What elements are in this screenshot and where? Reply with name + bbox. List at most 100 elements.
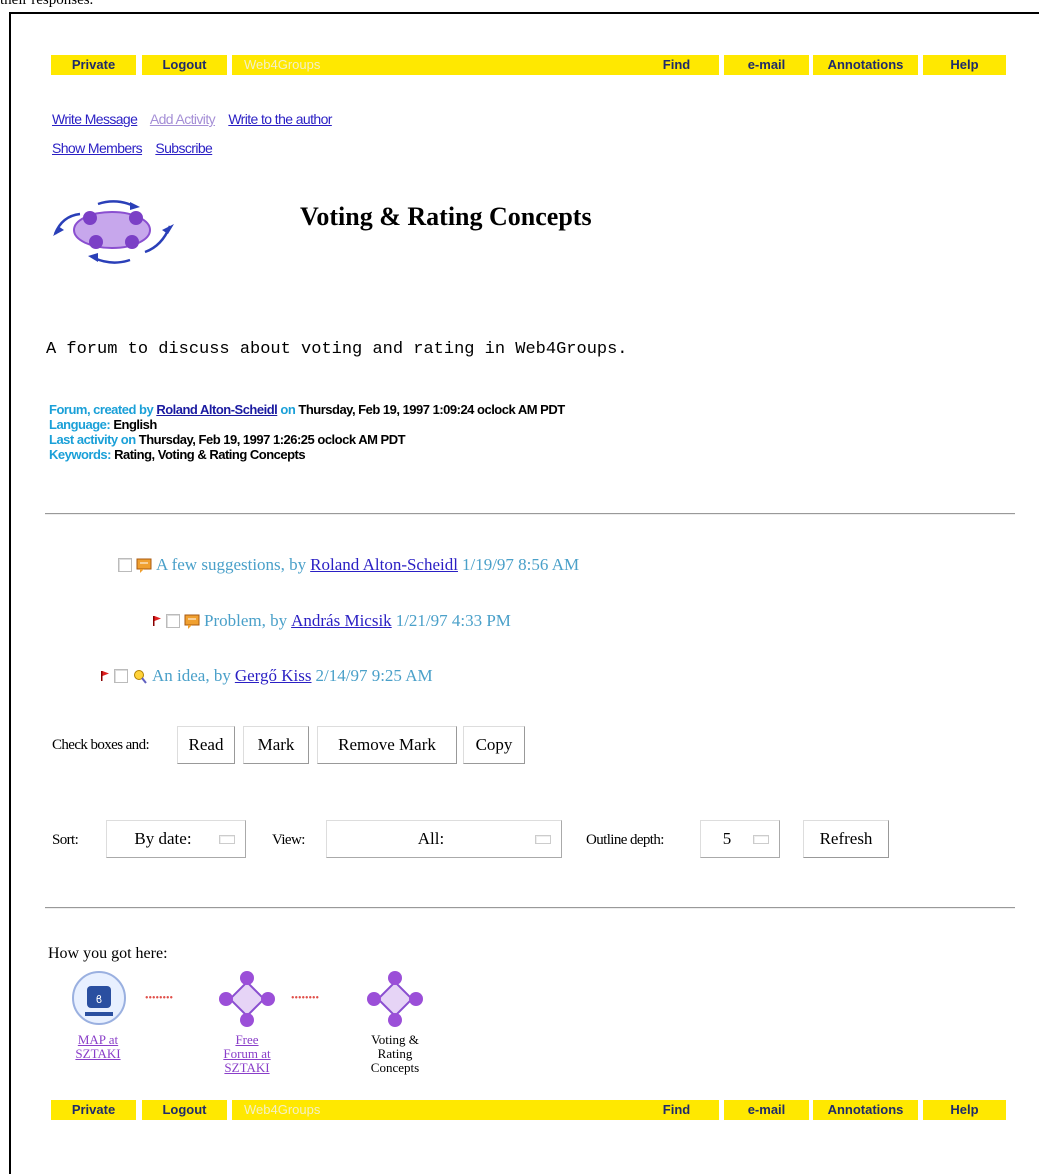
message-date: 1/21/97 4:33 PM [395, 611, 511, 630]
sort-select[interactable]: By date: [106, 820, 246, 858]
breadcrumb-line: SZTAKI [224, 1060, 270, 1075]
dropdown-arrow-icon [753, 834, 769, 844]
message-author-link[interactable]: András Micsik [291, 611, 392, 631]
forum-icon[interactable] [218, 970, 276, 1028]
language-value: English [113, 417, 157, 432]
annotations-button[interactable]: Annotations [813, 1100, 918, 1120]
action-links-row1: Write Message Add Activity Write to the … [52, 111, 342, 127]
forum-icon[interactable] [366, 970, 424, 1028]
annotations-button[interactable]: Annotations [813, 55, 918, 75]
forum-meta: Forum, created by Roland Alton-Scheidl o… [49, 402, 565, 462]
activity-label: Last activity on [49, 432, 139, 447]
top-navbar: Private Logout Web4Groups Find e-mail An… [51, 55, 1006, 75]
meta-activity-line: Last activity on Thursday, Feb 19, 1997 … [49, 432, 565, 447]
meta-language-line: Language: English [49, 417, 565, 432]
message-author-link[interactable]: Gergő Kiss [235, 666, 312, 686]
on-label: on [277, 402, 299, 417]
breadcrumb-separator: •••••••• [145, 993, 174, 1004]
map-sztaki-icon[interactable]: ϐ [71, 970, 127, 1026]
message-title[interactable]: A few suggestions, by [156, 555, 306, 575]
message-title[interactable]: An idea, by [152, 666, 231, 686]
breadcrumb-label: How you got here: [48, 945, 168, 962]
breadcrumb-line: Free [235, 1032, 259, 1047]
find-button[interactable]: Find [634, 1100, 719, 1120]
message-date: 2/14/97 9:25 AM [315, 666, 433, 685]
web4groups-button[interactable]: Web4Groups [232, 1100, 680, 1120]
outline-depth-value: 5 [722, 829, 732, 848]
page-title: Voting & Rating Concepts [300, 202, 592, 231]
view-select[interactable]: All: [326, 820, 562, 858]
breadcrumb-line: Forum at [223, 1046, 271, 1061]
logout-button[interactable]: Logout [142, 1100, 227, 1120]
mark-button[interactable]: Mark [243, 726, 309, 764]
keywords-value: Rating, Voting & Rating Concepts [114, 447, 306, 462]
speech-bubble-icon [136, 558, 152, 573]
find-button[interactable]: Find [634, 55, 719, 75]
keywords-label: Keywords: [49, 447, 115, 462]
sort-label: Sort: [52, 832, 79, 848]
remove-mark-button[interactable]: Remove Mark [317, 726, 457, 764]
logout-button[interactable]: Logout [142, 55, 227, 75]
language-label: Language: [49, 417, 114, 432]
breadcrumb-separator: •••••••• [291, 993, 320, 1004]
red-flag-icon [101, 671, 109, 681]
subscribe-link[interactable]: Subscribe [155, 140, 212, 156]
breadcrumb-current: Voting & Rating Concepts [350, 1033, 440, 1075]
message-author-link[interactable]: Roland Alton-Scheidl [310, 555, 458, 575]
read-button[interactable]: Read [177, 726, 235, 764]
web4groups-button[interactable]: Web4Groups [232, 55, 680, 75]
private-button[interactable]: Private [51, 1100, 136, 1120]
creator-link[interactable]: Roland Alton-Scheidl [156, 402, 277, 417]
message-checkbox[interactable] [118, 558, 132, 572]
breadcrumb-line: Voting & [371, 1032, 419, 1047]
message-item: A few suggestions, by Roland Alton-Schei… [118, 555, 579, 575]
sort-value: By date: [134, 829, 192, 848]
outline-depth-select[interactable]: 5 [700, 820, 780, 858]
message-item: Problem, by András Micsik 1/21/97 4:33 PM [152, 611, 511, 631]
breadcrumb-line: SZTAKI [75, 1046, 121, 1061]
email-button[interactable]: e-mail [724, 55, 809, 75]
copy-button[interactable]: Copy [463, 726, 525, 764]
dropdown-arrow-icon [219, 834, 235, 844]
outline-depth-label: Outline depth: [586, 832, 664, 848]
page-caption: their responses. [0, 0, 94, 8]
breadcrumb-link[interactable]: MAP at SZTAKI [75, 1032, 120, 1061]
help-button[interactable]: Help [923, 55, 1006, 75]
message-checkbox[interactable] [114, 669, 128, 683]
view-value: All: [417, 829, 445, 848]
forum-logo-icon [53, 200, 174, 264]
meta-keywords-line: Keywords: Rating, Voting & Rating Concep… [49, 447, 565, 462]
activity-date: Thursday, Feb 19, 1997 1:26:25 oclock AM… [138, 432, 406, 447]
meta-created-line: Forum, created by Roland Alton-Scheidl o… [49, 402, 565, 417]
bottom-navbar: Private Logout Web4Groups Find e-mail An… [51, 1100, 1006, 1120]
view-label: View: [272, 832, 305, 848]
lightbulb-idea-icon [134, 669, 147, 684]
email-button[interactable]: e-mail [724, 1100, 809, 1120]
red-flag-icon [153, 616, 161, 626]
breadcrumb-link[interactable]: Free Forum at SZTAKI [223, 1032, 270, 1075]
message-item: An idea, by Gergő Kiss 2/14/97 9:25 AM [100, 666, 433, 686]
speech-bubble-icon [184, 614, 200, 629]
message-checkbox[interactable] [166, 614, 180, 628]
action-links-row2: Show Members Subscribe [52, 140, 222, 156]
write-author-link[interactable]: Write to the author [228, 111, 332, 127]
breadcrumb-line: Rating [377, 1046, 413, 1061]
refresh-button[interactable]: Refresh [803, 820, 889, 858]
show-members-link[interactable]: Show Members [52, 140, 143, 156]
private-button[interactable]: Private [51, 55, 136, 75]
add-activity-link[interactable]: Add Activity [150, 111, 216, 127]
help-button[interactable]: Help [923, 1100, 1006, 1120]
created-label: Forum, created by [49, 402, 157, 417]
write-message-link[interactable]: Write Message [52, 111, 138, 127]
message-date: 1/19/97 8:56 AM [461, 555, 580, 574]
svg-text:ϐ: ϐ [96, 993, 103, 1006]
breadcrumb-line: Concepts [370, 1060, 420, 1075]
breadcrumb-item[interactable]: Free Forum at SZTAKI [202, 1033, 292, 1075]
divider [45, 907, 1015, 909]
breadcrumb-line: MAP at [77, 1032, 119, 1047]
divider [45, 513, 1015, 515]
check-boxes-label: Check boxes and: [52, 737, 150, 753]
message-title[interactable]: Problem, by [204, 611, 287, 631]
breadcrumb-item[interactable]: MAP at SZTAKI [53, 1033, 143, 1061]
created-date: Thursday, Feb 19, 1997 1:09:24 oclock AM… [298, 402, 565, 417]
